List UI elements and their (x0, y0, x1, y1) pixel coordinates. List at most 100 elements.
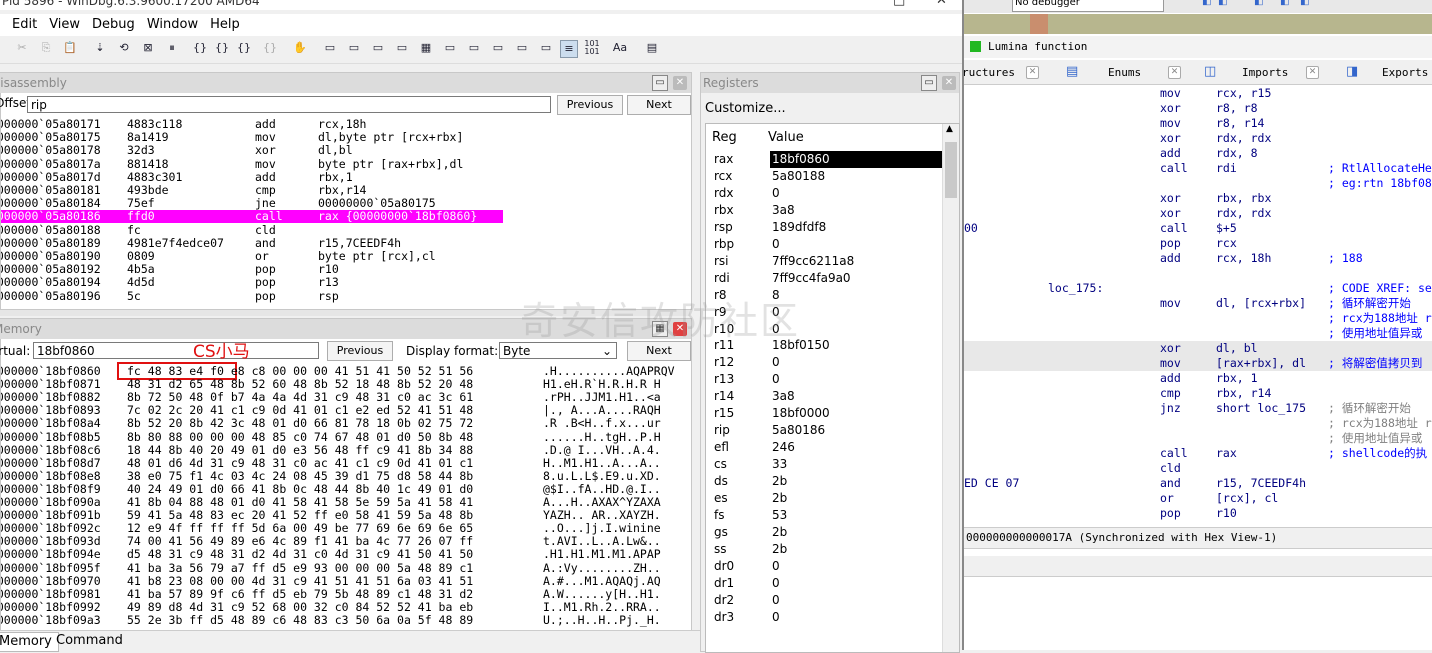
disasm-row[interactable]: 00000000`05a80181 493bde cmp rbx,r14 (1, 184, 691, 197)
memory-row[interactable]: 00000000`18bf093d 74 00 41 56 49 89 e6 4c… (1, 535, 691, 548)
ida-line[interactable]: xor dl, bl (964, 341, 1432, 356)
memory-row[interactable]: 00000000`18bf0992 49 89 d8 4d 31 c9 52 68… (1, 600, 691, 614)
register-row[interactable]: dr0 0 (706, 558, 942, 575)
ida-line[interactable] (964, 266, 1432, 281)
register-row[interactable]: rsi 7ff9cc6211a8 (706, 253, 942, 270)
memory-row[interactable]: 00000000`18bf08f9 40 24 49 01 d0 66 41 8b… (1, 482, 691, 496)
memory-window-icon[interactable]: ▦ (418, 40, 434, 56)
memory-row[interactable]: 00000000`18bf08c6 18 44 8b 40 20 49 01 d0… (1, 443, 691, 457)
register-row[interactable]: r11 18bf0150 (706, 337, 942, 354)
ida-line[interactable]: ; rcx为188地址 r (964, 416, 1432, 431)
ida-line[interactable]: add rcx, 18h ; 188 (964, 251, 1432, 266)
close-tab-icon[interactable]: ✕ (1026, 66, 1039, 79)
window-menu-icon[interactable]: ▭ (921, 75, 937, 91)
register-row[interactable]: rbx 3a8 (706, 202, 942, 219)
menu-edit[interactable]: Edit (0, 14, 43, 32)
virtual-address-input[interactable]: 18bf0860 (33, 342, 319, 359)
ida-line[interactable]: pop r10 (964, 506, 1432, 521)
register-row[interactable]: r9 0 (706, 304, 942, 321)
memory-row[interactable]: 00000000`18bf0871 48 31 d2 65 48 8b 52 60… (1, 378, 691, 391)
watch-window-icon[interactable]: ▭ (346, 40, 362, 56)
font-icon[interactable]: Aa (612, 40, 628, 56)
disasm-row[interactable]: 00000000`05a80178 32d3 xor dl,bl (1, 144, 691, 157)
ida-line[interactable]: xor rdx, rdx (964, 206, 1432, 221)
ida-line[interactable]: mov [rax+rbx], dl ; 将解密值拷贝到 (964, 356, 1432, 371)
menu-help[interactable]: Help (204, 14, 246, 32)
disasm-row[interactable]: 00000000`05a8017d 4883c301 add rbx,1 (1, 170, 691, 184)
menu-view[interactable]: View (43, 14, 86, 32)
register-row[interactable]: fs 53 (706, 507, 942, 524)
restart-icon[interactable]: ⟲ (116, 40, 132, 56)
close-tab-icon[interactable]: ✕ (1306, 66, 1319, 79)
register-row[interactable]: ds 2b (706, 473, 942, 490)
ida-line[interactable]: loc_175: ; CODE XREF: se (964, 281, 1432, 296)
memory-row[interactable]: 00000000`18bf0970 41 b8 23 08 00 00 4d 31… (1, 574, 691, 588)
ida-line[interactable]: ; eg:rtn 18bf08 (964, 176, 1432, 191)
ida-line[interactable]: ; 使用地址值异或 (964, 431, 1432, 446)
ida-line[interactable]: cld (964, 461, 1432, 476)
ida-line[interactable]: xor r8, r8 (964, 101, 1432, 116)
ida-line[interactable]: ED CE 07 and r15, 7CEEDF4h (964, 476, 1432, 491)
disasm-row[interactable]: 00000000`05a80175 8a1419 mov dl,byte ptr [r… (1, 131, 691, 144)
paste-icon[interactable]: 📋 (62, 40, 78, 56)
disasm-row[interactable]: 00000000`05a80188 fc cld (1, 223, 691, 237)
register-row[interactable]: rsp 189dfdf8 (706, 219, 942, 236)
register-row[interactable]: dr3 0 (706, 609, 942, 626)
register-row[interactable]: r12 0 (706, 354, 942, 371)
source-window-icon[interactable]: ▭ (538, 40, 554, 56)
memory-row[interactable]: 00000000`18bf0860 fc 48 83 e4 f0 e8 c8 00… (1, 365, 691, 378)
register-row[interactable]: efl 246 (706, 439, 942, 456)
memory-row[interactable]: 00000000`18bf090a 41 8b 04 88 48 01 d0 41… (1, 496, 691, 509)
memory-row[interactable]: 00000000`18bf091b 59 41 5a 48 83 ec 20 41… (1, 509, 691, 522)
attach-icon[interactable]: ◧ (1218, 0, 1227, 7)
ida-line[interactable]: call rax ; shellcode的执 (964, 446, 1432, 461)
disasm-row[interactable]: 00000000`05a80194 4d5d pop r13 (1, 276, 691, 289)
callstack-window-icon[interactable]: ▭ (442, 40, 458, 56)
registers-window-icon[interactable]: ▭ (394, 40, 410, 56)
navigation-band[interactable] (964, 14, 1432, 34)
close-panel-icon[interactable]: ✕ (673, 76, 687, 90)
ida-line[interactable]: mov rcx, r15 (964, 86, 1432, 101)
ida-line[interactable]: call rdi ; RtlAllocateHe (964, 161, 1432, 176)
register-row[interactable]: r10 0 (706, 321, 942, 338)
register-row[interactable]: rcx 5a80188 (706, 168, 942, 185)
close-icon[interactable]: ✕ (936, 0, 947, 8)
locals-window-icon[interactable]: ▭ (370, 40, 386, 56)
window-menu-icon[interactable]: ▭ (652, 75, 668, 91)
step-into-icon[interactable]: {} (192, 40, 208, 56)
menu-debug[interactable]: Debug (86, 14, 141, 32)
ida-line[interactable]: ; rcx为188地址 r (964, 311, 1432, 326)
tab-enums[interactable]: Enums (1108, 66, 1141, 79)
disasm-row[interactable]: 00000000`05a80171 4883c118 add rcx,18h (1, 118, 691, 131)
register-row[interactable]: es 2b (706, 490, 942, 507)
hand-icon[interactable]: ✋ (292, 40, 308, 56)
close-panel-icon[interactable]: ✕ (942, 76, 956, 90)
memory-row[interactable]: 00000000`18bf09a3 55 2e 3b ff d5 48 89 c6… (1, 613, 691, 627)
step-out-icon[interactable]: {} (236, 40, 252, 56)
next-button[interactable]: Next (627, 341, 691, 361)
tab-exports[interactable]: Exports (1382, 66, 1428, 79)
splitter[interactable] (0, 310, 690, 316)
memory-row[interactable]: 00000000`18bf08e8 38 e0 75 f1 4c 03 4c 24… (1, 469, 691, 483)
run-icon[interactable]: ◧ (1254, 0, 1263, 7)
memory-row[interactable]: 00000000`18bf0893 7c 02 2c 20 41 c1 c9 0d… (1, 404, 691, 417)
ida-line[interactable]: xor rdx, rdx (964, 131, 1432, 146)
ida-line[interactable]: mov r8, r14 (964, 116, 1432, 131)
scroll-up-icon[interactable]: ▲ (946, 124, 953, 134)
ida-line[interactable]: add rdx, 8 (964, 146, 1432, 161)
next-button[interactable]: Next (627, 95, 691, 115)
memory-row[interactable]: 00000000`18bf0882 8b 72 50 48 0f b7 4a 4a… (1, 391, 691, 404)
disasm-row[interactable]: 00000000`05a80184 75ef jne 00000000`05a8017… (1, 197, 691, 210)
cut-icon[interactable]: ✂ (14, 40, 30, 56)
window-menu-icon[interactable]: ▦ (652, 321, 668, 337)
memory-row[interactable]: 00000000`18bf092c 12 e9 4f ff ff ff 5d 6a… (1, 522, 691, 535)
offset-input[interactable]: rip (27, 96, 551, 113)
run-to-cursor-icon[interactable]: {} (262, 40, 278, 56)
disasm-row[interactable]: 00000000`05a80192 4b5a pop r10 (1, 263, 691, 276)
disasm-row[interactable]: 00000000`05a80186 ffd0 call rax {00000000`1… (1, 210, 691, 224)
ida-line[interactable]: jnz short loc_175 ; 循环解密开始 (964, 401, 1432, 416)
register-row[interactable]: rip 5a80186 (706, 422, 942, 439)
scratch-window-icon[interactable]: ▭ (490, 40, 506, 56)
processes-window-icon[interactable]: ▭ (514, 40, 530, 56)
register-row[interactable]: rdi 7ff9cc4fa9a0 (706, 270, 942, 287)
